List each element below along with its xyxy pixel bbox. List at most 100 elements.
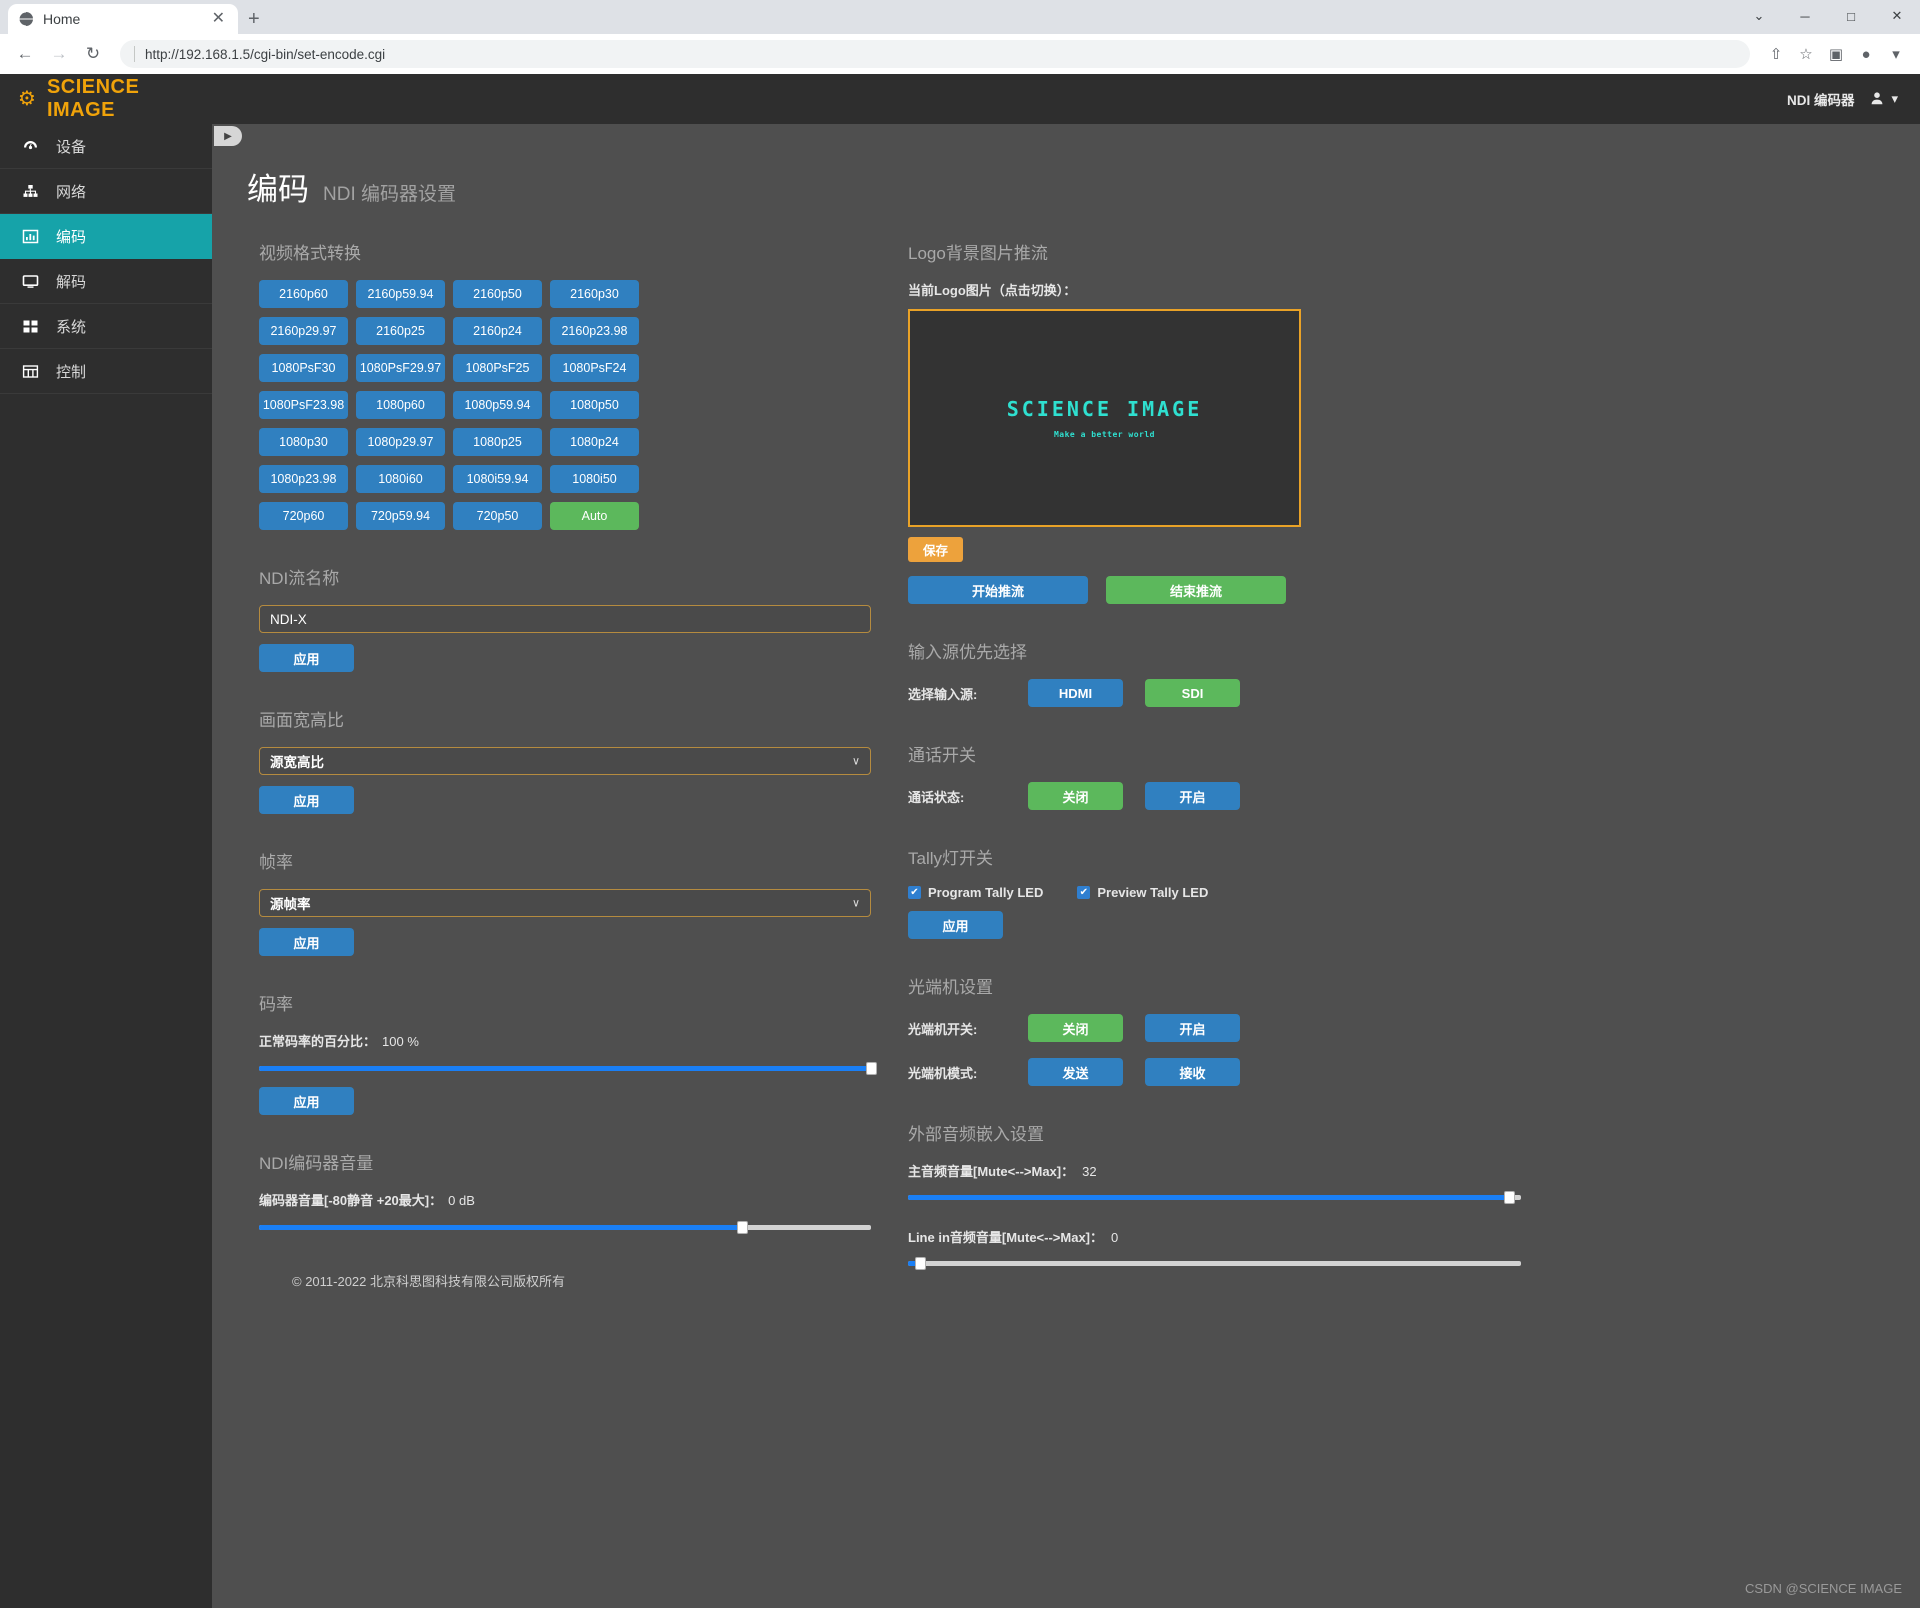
video-format-button[interactable]: 2160p30: [550, 280, 639, 308]
video-format-button[interactable]: 1080PsF30: [259, 354, 348, 382]
sidebar-nav: 设备 网络 编码 解码 系统 控制: [0, 124, 212, 394]
optical-on-button[interactable]: 开启: [1145, 1014, 1240, 1042]
bitrate-slider[interactable]: [259, 1060, 877, 1076]
video-format-button[interactable]: 2160p59.94: [356, 280, 445, 308]
back-icon[interactable]: ←: [10, 39, 40, 69]
video-format-button[interactable]: 1080p25: [453, 428, 542, 456]
video-format-button[interactable]: 1080PsF25: [453, 354, 542, 382]
video-format-button[interactable]: 1080PsF29.97: [356, 354, 445, 382]
logo-save-button[interactable]: 保存: [908, 537, 963, 562]
video-format-button[interactable]: 1080p30: [259, 428, 348, 456]
video-format-button[interactable]: 1080p24: [550, 428, 639, 456]
video-format-button[interactable]: 1080p29.97: [356, 428, 445, 456]
optical-send-button[interactable]: 发送: [1028, 1058, 1123, 1086]
bookmark-star-icon[interactable]: ☆: [1792, 40, 1820, 68]
profile-avatar-icon[interactable]: ●: [1852, 40, 1880, 68]
aspect-ratio-select[interactable]: [259, 747, 871, 775]
main-audio-slider[interactable]: [908, 1189, 1521, 1205]
content-area: ▶ 编码 NDI 编码器设置 视频格式转换 2160p60 2160p59.94 2…: [212, 124, 1920, 1608]
video-format-button[interactable]: 1080p59.94: [453, 391, 542, 419]
sidebar-item-device[interactable]: 设备: [0, 124, 212, 169]
input-source-sdi-button[interactable]: SDI: [1145, 679, 1240, 707]
frame-rate-apply-button[interactable]: 应用: [259, 928, 354, 956]
video-format-button[interactable]: 2160p60: [259, 280, 348, 308]
bitrate-meta-label: 正常码率的百分比：: [259, 1034, 377, 1049]
start-push-button[interactable]: 开始推流: [908, 576, 1088, 604]
video-format-button[interactable]: 720p50: [453, 502, 542, 530]
brand-logo[interactable]: ⚙ SCIENCE IMAGE: [0, 74, 212, 124]
sidebar-item-network[interactable]: 网络: [0, 169, 212, 214]
video-format-button[interactable]: 1080p60: [356, 391, 445, 419]
intercom-on-button[interactable]: 开启: [1145, 782, 1240, 810]
video-format-button[interactable]: 1080i60: [356, 465, 445, 493]
input-source-label: 选择输入源:: [908, 686, 978, 702]
optical-receive-button[interactable]: 接收: [1145, 1058, 1240, 1086]
video-format-button[interactable]: 2160p25: [356, 317, 445, 345]
slider-thumb[interactable]: [737, 1221, 749, 1234]
video-format-button[interactable]: 1080i59.94: [453, 465, 542, 493]
frame-rate-select[interactable]: [259, 889, 871, 917]
video-format-button[interactable]: 720p59.94: [356, 502, 445, 530]
sidebar-toggle-button[interactable]: ▶: [214, 126, 242, 146]
video-format-button[interactable]: 1080p23.98: [259, 465, 348, 493]
video-format-button[interactable]: 2160p23.98: [550, 317, 639, 345]
profile-caret-icon[interactable]: ▾: [1882, 40, 1910, 68]
video-format-button[interactable]: 2160p50: [453, 280, 542, 308]
share-icon[interactable]: ⇧: [1762, 40, 1790, 68]
video-format-button[interactable]: 1080p50: [550, 391, 639, 419]
aspect-ratio-title: 画面宽高比: [259, 711, 344, 730]
logo-preview[interactable]: SCIENCE IMAGE Make a better world: [908, 309, 1301, 527]
aspect-ratio-apply-button[interactable]: 应用: [259, 786, 354, 814]
video-format-button[interactable]: 2160p29.97: [259, 317, 348, 345]
ndi-name-input[interactable]: [259, 605, 871, 633]
forward-icon[interactable]: →: [44, 39, 74, 69]
window-maximize-button[interactable]: □: [1828, 0, 1874, 32]
frame-rate-select-wrap: ∨: [259, 889, 871, 917]
bitrate-meta: 正常码率的百分比： 100 %: [259, 1031, 884, 1050]
side-panel-icon[interactable]: ▣: [1822, 40, 1850, 68]
stop-push-button[interactable]: 结束推流: [1106, 576, 1286, 604]
brand-name: SCIENCE IMAGE: [46, 76, 140, 121]
input-source-hdmi-button[interactable]: HDMI: [1028, 679, 1123, 707]
browser-tab[interactable]: Home ✕: [8, 4, 238, 34]
slider-thumb[interactable]: [1503, 1191, 1515, 1204]
new-tab-button[interactable]: +: [248, 9, 260, 29]
tally-apply-button[interactable]: 应用: [908, 911, 1003, 939]
video-format-button[interactable]: 1080PsF24: [550, 354, 639, 382]
logo-current-label: 当前Logo图片（点击切换）：: [908, 283, 1077, 298]
slider-thumb[interactable]: [866, 1062, 877, 1075]
bitrate-meta-value: 100 %: [382, 1034, 419, 1049]
bitrate-apply-button[interactable]: 应用: [259, 1087, 354, 1115]
window-close-button[interactable]: ✕: [1874, 0, 1920, 32]
reload-icon[interactable]: ↻: [78, 39, 108, 69]
video-format-button[interactable]: Auto: [550, 502, 639, 530]
intercom-off-button[interactable]: 关闭: [1028, 782, 1123, 810]
encoder-volume-slider[interactable]: [259, 1219, 871, 1235]
line-audio-slider[interactable]: [908, 1255, 1521, 1271]
aspect-ratio-select-wrap: ∨: [259, 747, 871, 775]
optical-switch-row: 光端机开关: 关闭 开启: [908, 1014, 1880, 1042]
window-menu-icon[interactable]: ⌄: [1736, 0, 1782, 32]
url-separator: [134, 46, 135, 62]
video-format-button[interactable]: 1080i50: [550, 465, 639, 493]
browser-chrome: Home ✕ + ⌄ ─ □ ✕ ← → ↻ http://192.168.1.…: [0, 0, 1920, 74]
video-format-button[interactable]: 2160p24: [453, 317, 542, 345]
user-menu[interactable]: ▾: [1870, 91, 1898, 108]
input-source-row: 选择输入源: HDMI SDI: [908, 679, 1880, 707]
watermark-text: CSDN @SCIENCE IMAGE: [1745, 1581, 1902, 1596]
optical-off-button[interactable]: 关闭: [1028, 1014, 1123, 1042]
video-format-grid: 2160p60 2160p59.94 2160p50 2160p30 2160p29.9…: [259, 280, 884, 530]
sidebar-item-encode[interactable]: 编码: [0, 214, 212, 259]
video-format-button[interactable]: 1080PsF23.98: [259, 391, 348, 419]
video-format-button[interactable]: 720p60: [259, 502, 348, 530]
window-minimize-button[interactable]: ─: [1782, 0, 1828, 32]
slider-thumb[interactable]: [915, 1257, 927, 1270]
ndi-name-apply-button[interactable]: 应用: [259, 644, 354, 672]
tab-close-icon[interactable]: ✕: [209, 11, 228, 27]
sidebar-item-decode[interactable]: 解码: [0, 259, 212, 304]
sidebar-item-control[interactable]: 控制: [0, 349, 212, 394]
url-bar[interactable]: http://192.168.1.5/cgi-bin/set-encode.cg…: [120, 40, 1750, 68]
program-tally-checkbox[interactable]: ✔ Program Tally LED: [908, 885, 1043, 900]
preview-tally-checkbox[interactable]: ✔ Preview Tally LED: [1077, 885, 1208, 900]
sidebar-item-system[interactable]: 系统: [0, 304, 212, 349]
